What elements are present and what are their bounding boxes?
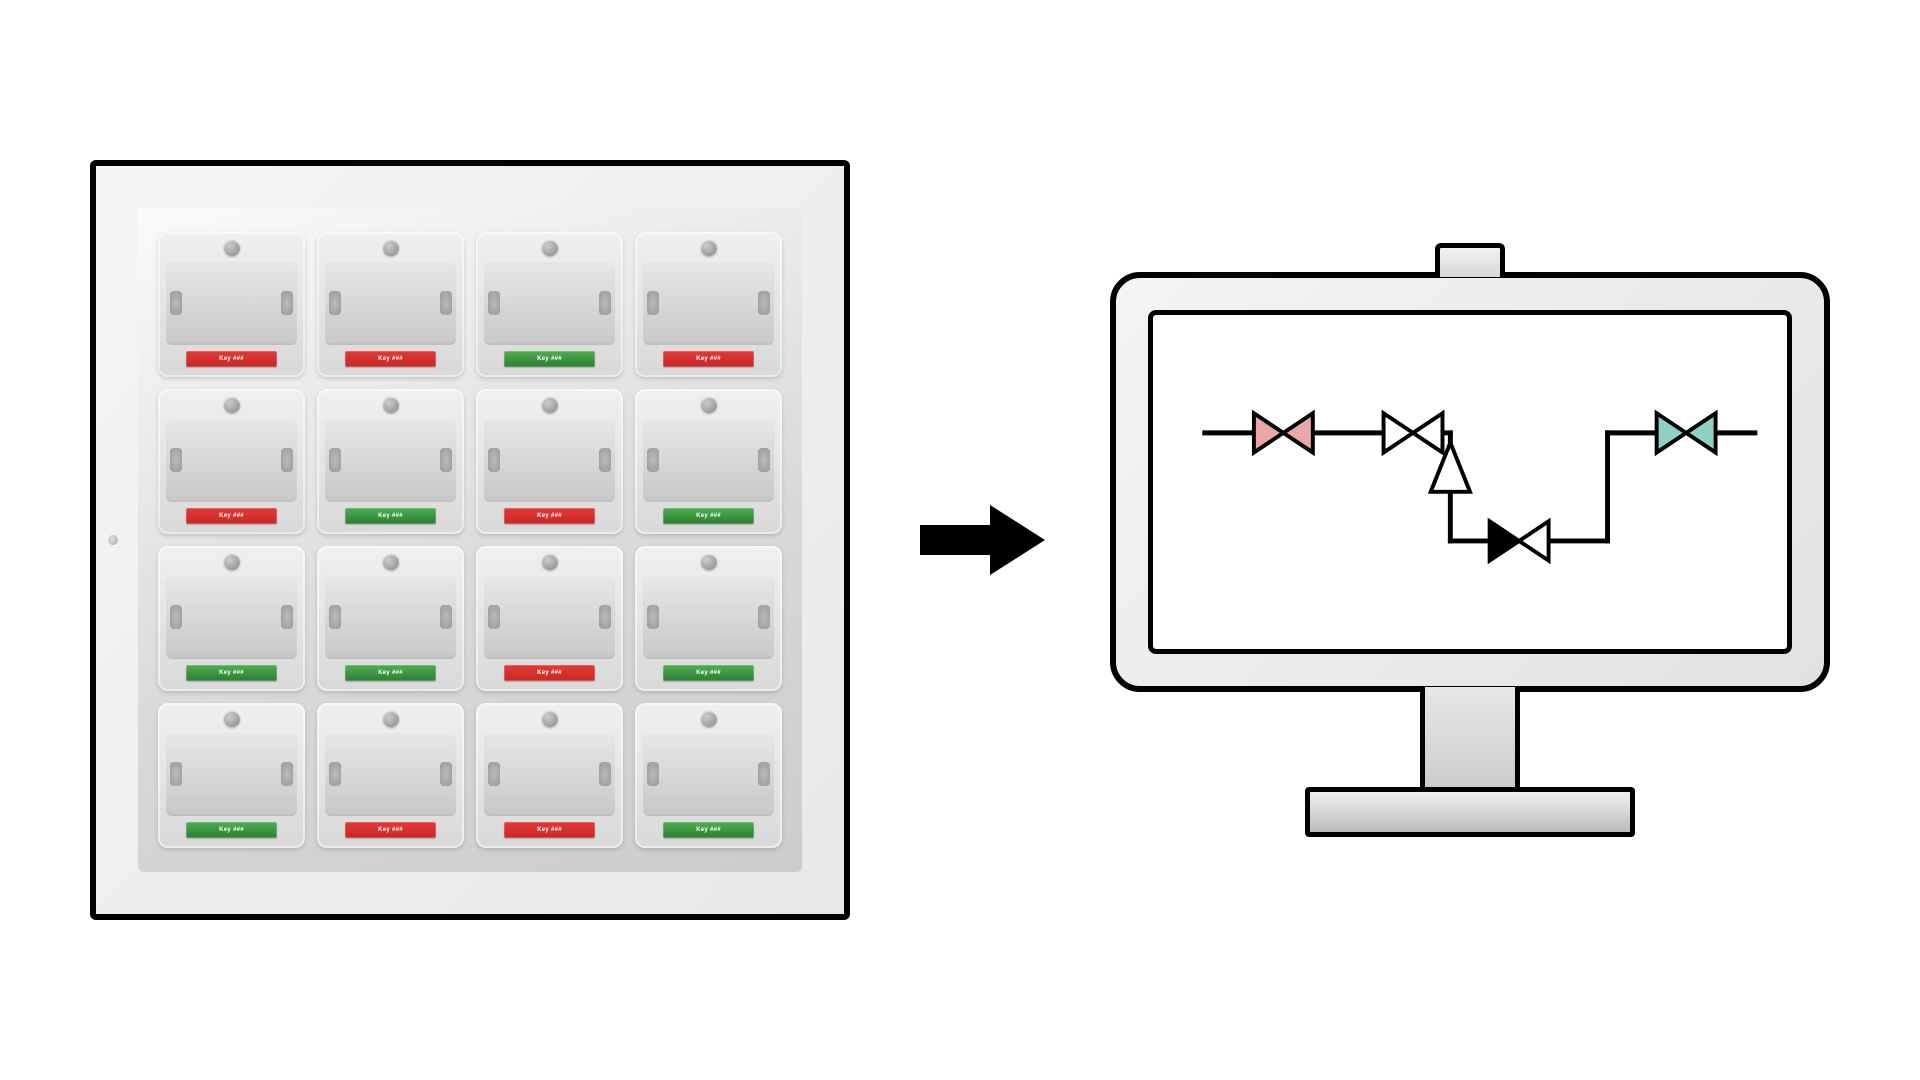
status-led-icon [383, 711, 399, 727]
module-body [484, 260, 615, 345]
monitor-frame [1110, 272, 1830, 692]
module-body [484, 731, 615, 816]
status-led-icon [224, 711, 240, 727]
status-led-icon [224, 240, 240, 256]
module-tag: Key ### [345, 508, 437, 524]
status-led-icon [383, 240, 399, 256]
module-body [166, 574, 297, 659]
control-cabinet: Key ### Key ### Key ### Key ### Key ### Key #… [90, 160, 850, 920]
monitor [1110, 243, 1830, 837]
module-body [643, 417, 774, 502]
module-tag: Key ### [663, 351, 755, 367]
module-tag: Key ### [345, 822, 437, 838]
module-body [325, 260, 456, 345]
status-led-icon [701, 397, 717, 413]
panel-module: Key ### [635, 389, 782, 534]
monitor-base [1305, 787, 1635, 837]
module-body [166, 731, 297, 816]
module-body [643, 260, 774, 345]
status-led-icon [383, 397, 399, 413]
panel-module: Key ### [635, 703, 782, 848]
panel-module: Key ### [317, 232, 464, 377]
module-tag: Key ### [186, 351, 278, 367]
valve-icon [1490, 521, 1549, 560]
module-body [166, 417, 297, 502]
module-body [643, 731, 774, 816]
status-led-icon [542, 554, 558, 570]
status-led-icon [701, 554, 717, 570]
module-tag: Key ### [345, 665, 437, 681]
monitor-screen [1148, 310, 1792, 654]
panel-module: Key ### [317, 546, 464, 691]
module-tag: Key ### [504, 822, 596, 838]
arrow-icon [910, 495, 1050, 585]
module-tag: Key ### [504, 351, 596, 367]
status-led-icon [542, 711, 558, 727]
module-grid: Key ### Key ### Key ### Key ### Key ### Key #… [138, 208, 802, 872]
panel-module: Key ### [317, 703, 464, 848]
panel-module: Key ### [158, 389, 305, 534]
panel-module: Key ### [476, 389, 623, 534]
module-tag: Key ### [186, 508, 278, 524]
panel-module: Key ### [158, 546, 305, 691]
module-body [643, 574, 774, 659]
panel-module: Key ### [158, 232, 305, 377]
module-body [484, 574, 615, 659]
panel-module: Key ### [158, 703, 305, 848]
panel-module: Key ### [635, 232, 782, 377]
module-body [325, 574, 456, 659]
module-body [484, 417, 615, 502]
status-led-icon [224, 397, 240, 413]
monitor-neck [1420, 687, 1520, 787]
status-led-icon [542, 397, 558, 413]
panel-module: Key ### [476, 546, 623, 691]
valve-icon [1384, 413, 1443, 452]
panel-module: Key ### [476, 232, 623, 377]
status-led-icon [542, 240, 558, 256]
pid-diagram [1153, 315, 1787, 649]
panel-module: Key ### [476, 703, 623, 848]
panel-module: Key ### [317, 389, 464, 534]
module-body [166, 260, 297, 345]
module-body [325, 731, 456, 816]
module-tag: Key ### [663, 822, 755, 838]
status-led-icon [701, 240, 717, 256]
webcam-icon [1435, 243, 1505, 277]
module-tag: Key ### [504, 508, 596, 524]
module-tag: Key ### [663, 508, 755, 524]
status-led-icon [383, 554, 399, 570]
module-body [325, 417, 456, 502]
status-led-icon [224, 554, 240, 570]
module-tag: Key ### [663, 665, 755, 681]
module-tag: Key ### [504, 665, 596, 681]
status-led-icon [701, 711, 717, 727]
module-tag: Key ### [186, 665, 278, 681]
panel-module: Key ### [635, 546, 782, 691]
module-tag: Key ### [186, 822, 278, 838]
valve-icon [1657, 413, 1716, 452]
module-tag: Key ### [345, 351, 437, 367]
valve-icon [1254, 413, 1313, 452]
